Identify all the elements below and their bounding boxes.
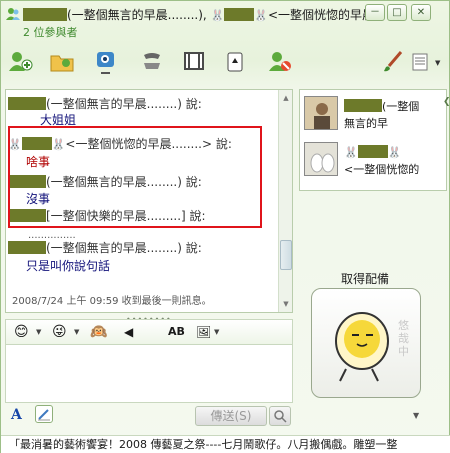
expand-arrow[interactable]: ▼ [413,411,419,420]
message-sender: (一整個無言的早晨........) 說: [8,240,202,256]
font-icon[interactable]: AB [168,323,185,341]
avatar [304,96,338,130]
highlight-box [8,126,262,228]
search-button[interactable] [269,406,291,426]
redacted-name [8,97,46,110]
phone-call-button[interactable] [139,49,169,77]
share-files-button[interactable] [49,49,79,77]
participants-panel: (一整個 無言的早 🐰 🐰 <一整個恍惚的 [299,89,447,191]
bunny-icon: 🐰 [387,146,402,159]
last-message-status: 2008/7/24 上午 09:59 收到最後一則訊息。 [12,296,212,307]
get-items-link[interactable]: 取得配備 [341,270,389,287]
paintbrush-button[interactable] [381,49,411,77]
webcam-icon [97,52,114,74]
redacted-name [23,8,67,21]
background-dropdown-arrow[interactable]: ▼ [214,328,219,336]
contact-name: 🐰 🐰 <一整個恍惚的 [344,145,420,176]
handwriting-button[interactable] [35,405,53,423]
messenger-window: (一整個無言的早晨........), 🐰🐰<一整個恍惚的早晨........ … [0,0,450,453]
title-part2: <一整個恍惚的早晨........ [267,8,373,22]
bunny-icon: 🐰 [254,9,268,22]
bunny-icon: 🐰 [344,146,358,159]
send-button[interactable]: 傳送(S) [195,406,267,426]
emoticon-icon[interactable]: 😊 [14,323,29,341]
avatar [304,142,338,176]
chat-scrollbar[interactable]: ▲ ▼ [278,90,292,312]
add-contact-icon [9,52,33,71]
scroll-up-icon[interactable]: ▲ [280,92,292,104]
collapse-panel-arrow[interactable]: ❮ [443,97,450,107]
cards-icon [227,52,243,72]
buddy-icon [5,6,21,22]
message-text: 只是叫你說句話 [26,259,111,273]
contact-item[interactable]: 🐰 🐰 <一整個恍惚的 [304,142,444,186]
block-button[interactable] [267,49,297,77]
wink-icon[interactable]: 😜 [52,323,67,341]
redacted-name [224,8,255,21]
contact-item[interactable]: (一整個 無言的早 [304,96,444,140]
maximize-button[interactable]: □ [387,4,407,21]
video-call-button[interactable] [93,49,123,77]
redacted-name [357,145,388,158]
scroll-down-icon[interactable]: ▼ [280,298,292,310]
redacted-name [344,99,382,112]
font-color-button[interactable]: A [11,407,22,423]
invite-contact-button[interactable] [7,49,37,77]
title-bar: (一整個無言的早晨........), 🐰🐰<一整個恍惚的早晨........ … [1,1,450,41]
folder-icon [50,55,74,72]
search-icon [274,410,287,423]
title-part1: (一整個無言的早晨........), [67,8,207,22]
background-icon[interactable]: 🖼 [196,323,211,341]
wink-dropdown-arrow[interactable]: ▼ [74,328,79,336]
ad-ticker[interactable]: 「最消暑的藝術饗宴！2008 傳藝夏之祭----七月鬧歌仔。八月搬偶戲。雕塑一整 [1,435,450,453]
scroll-thumb[interactable] [280,240,292,270]
message-sender: (一整個無言的早晨........) 說: [8,96,202,112]
my-display-picture[interactable]: 悠哉中 [311,288,421,398]
participant-count[interactable]: 2 位參與者 [23,24,78,40]
toolbar: ▼ [1,43,450,83]
phone-icon [144,53,160,69]
bunny-icon: 🐰 [210,9,225,22]
paintbrush-icon [384,51,403,72]
voice-clip-icon[interactable]: 🙉 [90,323,107,341]
minimize-button[interactable]: － [365,4,385,21]
games-button[interactable] [223,49,253,77]
emoticon-dropdown-arrow[interactable]: ▼ [36,328,41,336]
film-icon [184,52,204,70]
redacted-name [8,241,46,254]
watermark-text: 悠哉中 [398,319,409,358]
contact-name: (一整個 無言的早 [344,99,420,130]
close-button[interactable]: ✕ [411,4,431,21]
menu-icon [412,53,428,71]
activities-button[interactable] [181,49,211,77]
pen-icon [38,409,50,421]
block-contact-icon [269,52,291,71]
chat-history: (一整個無言的早晨........) 說: 大姐姐 🐰 🐰<一整個恍惚的早晨...… [5,89,293,313]
input-toolbar: 😊 ▼ 😜 ▼ 🙉 ◀ AB 🖼 ▼ [5,319,293,345]
nudge-icon[interactable]: ◀ [124,323,133,341]
conversation-title: (一整個無言的早晨........), 🐰🐰<一整個恍惚的早晨........ [23,7,373,23]
menu-dropdown-arrow[interactable]: ▼ [435,59,440,67]
message-compose-input[interactable] [5,345,293,403]
